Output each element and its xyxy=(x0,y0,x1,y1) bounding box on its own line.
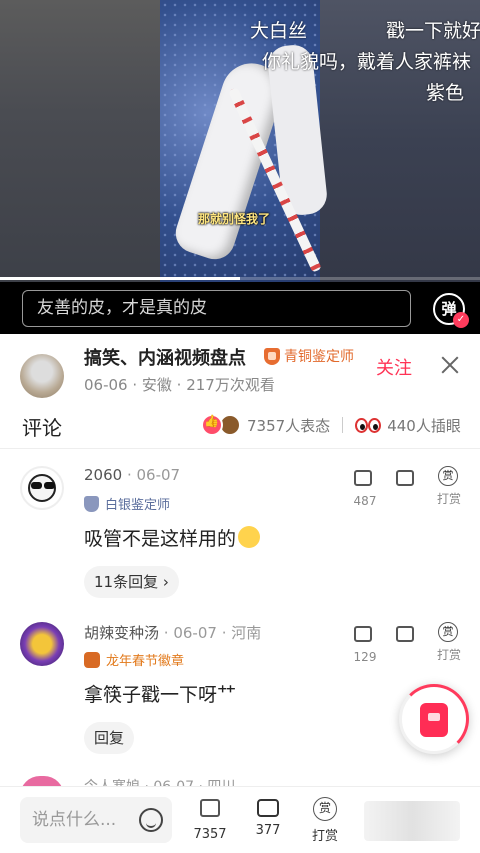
author-badge: 青铜鉴定师 xyxy=(264,346,354,366)
reply-button[interactable]: 回复 xyxy=(84,722,135,754)
author-section: 搞笑、内涵视频盘点 青铜鉴定师 06-06 · 安徽 · 217万次观看 关注 xyxy=(0,334,480,404)
comment-like-count: 487 xyxy=(353,494,377,508)
commenter-name: 胡辣变种汤 xyxy=(84,624,160,642)
comment-like-button[interactable]: 487 xyxy=(350,466,380,508)
thumbs-down-icon xyxy=(396,626,418,648)
divider xyxy=(0,448,480,449)
comment-like-count: 129 xyxy=(353,650,377,664)
commenter-badge: 白银鉴定师 xyxy=(84,494,170,513)
share-placeholder xyxy=(364,801,460,841)
reactions-summary[interactable]: 7357人表态 440人插眼 xyxy=(201,414,461,436)
reactions-divider xyxy=(342,417,344,433)
commenter-name: 2060 xyxy=(84,466,123,484)
author-name[interactable]: 搞笑、内涵视频盘点 xyxy=(84,344,246,370)
follow-button[interactable]: 关注 xyxy=(376,354,412,380)
commenter-info[interactable]: 2060 · 06-07 xyxy=(84,466,180,484)
comment-count: 377 xyxy=(255,823,281,838)
comment-dislike-button[interactable] xyxy=(392,466,422,494)
author-meta: 06-06 · 安徽 · 217万次观看 xyxy=(84,376,275,394)
thumbs-down-icon xyxy=(396,470,418,492)
emoji-icon[interactable] xyxy=(139,808,163,832)
danmaku-input[interactable]: 友善的皮，才是真的皮 xyxy=(22,290,411,327)
comment-date: 06-07 · 河南 xyxy=(173,624,262,642)
comment-text: 拿筷子戳一下呀⺿ xyxy=(84,684,237,706)
comment-date: 06-07 xyxy=(136,466,181,484)
tip-button[interactable]: 赏 打赏 xyxy=(305,797,345,844)
danmaku-3: 你礼貌吗，戴着人家裤袜 xyxy=(262,51,472,73)
danmaku-4: 紫色 xyxy=(426,82,465,104)
comment-actions: 487 赏 打赏 xyxy=(350,466,470,526)
view-replies-button[interactable]: 11条回复 › xyxy=(84,566,179,598)
bottom-bar: 说点什么... 7357 377 赏 打赏 xyxy=(0,786,480,853)
danmaku-1: 大白丝 xyxy=(250,20,308,42)
thumbs-up-icon xyxy=(198,799,222,823)
author-badge-label: 青铜鉴定师 xyxy=(284,349,354,365)
commenter-badge-label: 白银鉴定师 xyxy=(105,498,171,513)
thumbs-up-icon xyxy=(354,626,376,648)
danmaku-toggle-button[interactable]: 弹 ✓ xyxy=(433,293,469,328)
comments-button[interactable]: 377 xyxy=(248,797,288,838)
comment-text-content: 吸管不是这样用的 xyxy=(84,528,237,550)
grimace-emoji-icon xyxy=(238,526,261,548)
comment-actions: 129 赏 打赏 xyxy=(350,622,470,682)
check-icon: ✓ xyxy=(453,312,469,328)
commenter-badge: 龙年春节徽章 xyxy=(84,650,184,669)
comment-tip-label: 打赏 xyxy=(436,648,461,662)
like-count: 7357 xyxy=(193,827,227,842)
commenter-avatar[interactable] xyxy=(20,622,64,666)
comment-tip-button[interactable]: 赏 打赏 xyxy=(434,622,464,663)
red-packet-icon xyxy=(420,703,448,737)
tip-icon: 赏 xyxy=(438,466,460,488)
danmaku-bar: 友善的皮，才是真的皮 弹 ✓ xyxy=(0,282,480,334)
eyes-count: 440人插眼 xyxy=(387,416,461,435)
bronze-shield-icon xyxy=(264,347,280,365)
video-progress-bar[interactable] xyxy=(0,277,480,280)
dragon-badge-icon xyxy=(84,651,100,668)
silver-shield-icon xyxy=(84,495,99,512)
commenter-avatar[interactable] xyxy=(20,466,64,510)
comment-like-button[interactable]: 129 xyxy=(350,622,380,664)
tip-icon: 赏 xyxy=(313,797,337,821)
reactions-count: 7357人表态 xyxy=(247,416,331,435)
video-player[interactable]: 那就别怪我了 大白丝 戳一下就好 你礼貌吗，戴着人家裤袜 紫色 xyxy=(0,0,480,282)
comment-tip-label: 打赏 xyxy=(436,492,461,506)
tip-icon: 赏 xyxy=(438,622,460,644)
comment-tip-button[interactable]: 赏 打赏 xyxy=(434,466,464,507)
video-subtitle: 那就别怪我了 xyxy=(198,212,271,226)
close-icon[interactable] xyxy=(439,354,461,376)
video-blur-left xyxy=(0,0,160,282)
comment-bubble-icon xyxy=(257,799,279,817)
comment-dislike-button[interactable] xyxy=(392,622,422,650)
video-progress-fill xyxy=(0,277,240,280)
commenter-info[interactable]: 胡辣变种汤 · 06-07 · 河南 xyxy=(84,622,261,643)
comments-title: 评论 xyxy=(22,416,62,440)
author-avatar[interactable] xyxy=(20,354,64,398)
eyes-icon xyxy=(355,417,382,433)
red-packet-button[interactable] xyxy=(399,684,469,754)
tip-label: 打赏 xyxy=(311,829,338,844)
danmaku-2: 戳一下就好 xyxy=(386,20,480,42)
like-button[interactable]: 7357 xyxy=(190,797,230,842)
like-reaction-icon xyxy=(201,414,223,436)
thumbs-up-icon xyxy=(354,470,376,492)
comment-text: 吸管不是这样用的 xyxy=(84,524,261,551)
comment-item: 2060 · 06-07 白银鉴定师 吸管不是这样用的 11条回复 › 487 … xyxy=(0,466,480,606)
commenter-badge-label: 龙年春节徽章 xyxy=(106,654,185,669)
comments-header: 评论 7357人表态 440人插眼 xyxy=(0,404,480,448)
